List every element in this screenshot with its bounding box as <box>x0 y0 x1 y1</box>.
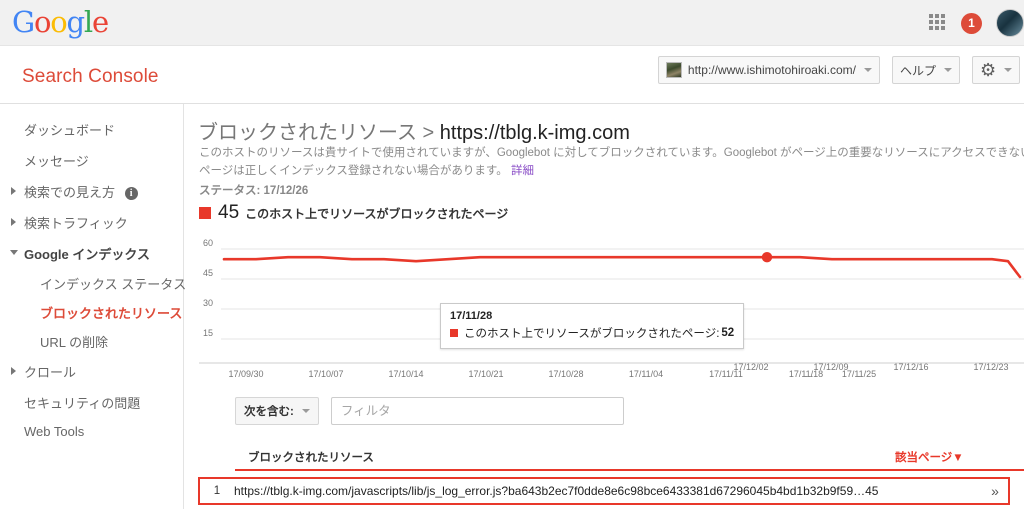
page-title-host: https://tblg.k-img.com <box>439 122 630 144</box>
y-tick-45: 45 <box>203 268 213 278</box>
main-content: ブロックされたリソース > https://tblg.k-img.com このホ… <box>185 104 1024 509</box>
chevron-down-icon <box>301 409 310 413</box>
x-tick-11: 17/12/02 <box>733 362 769 372</box>
logo-letter-e: e <box>91 5 109 39</box>
chevron-down-icon <box>1004 68 1012 72</box>
sidebar-item-blocked-resources[interactable]: ブロックされたリソース <box>0 298 183 327</box>
chart-y-axis-labels: 60 45 30 15 <box>203 238 213 338</box>
x-tick-14: 17/12/23 <box>973 362 1009 372</box>
chevron-right-icon <box>11 187 16 195</box>
legend-color-swatch <box>199 207 211 219</box>
settings-button[interactable] <box>972 56 1020 84</box>
chevron-down-icon <box>863 68 872 72</box>
help-label: ヘルプ <box>899 63 936 78</box>
chart-series-line <box>222 252 1022 279</box>
sidebar-item-label: インデックス ステータス <box>40 277 187 292</box>
sidebar-item-remove-urls[interactable]: URL の削除 <box>0 327 183 356</box>
notification-badge[interactable]: 1 <box>961 12 982 34</box>
table-row[interactable]: 1 https://tblg.k-img.com/javascripts/lib… <box>198 477 1010 505</box>
tooltip-color-swatch <box>450 329 458 337</box>
tooltip-row: このホスト上でリソースがブロックされたページ: 52 <box>450 325 734 341</box>
x-tick-13: 17/12/16 <box>893 362 929 372</box>
legend-value: 45 <box>218 202 240 223</box>
row-resource-url[interactable]: https://tblg.k-img.com/javascripts/lib/j… <box>234 484 982 498</box>
results-table-header: ブロックされたリソース 該当ページ▼ <box>235 449 1024 471</box>
sidebar-item-security-issues[interactable]: セキュリティの問題 <box>0 387 183 418</box>
y-tick-60: 60 <box>203 238 213 248</box>
status-date: ステータス: 17/12/26 <box>199 185 309 197</box>
sidebar-item-search-traffic[interactable]: 検索トラフィック <box>0 207 183 238</box>
apps-grid-icon[interactable] <box>929 14 947 32</box>
site-thumbnail-icon <box>665 62 682 78</box>
chevron-down-icon <box>10 250 18 259</box>
sidebar: ダッシュボード メッセージ 検索での見え方 i 検索トラフィック Google … <box>0 104 187 509</box>
info-icon[interactable]: i <box>124 187 138 200</box>
column-header-pages[interactable]: 該当ページ▼ <box>895 449 964 465</box>
sidebar-item-label: セキュリティの問題 <box>24 396 141 411</box>
avatar[interactable] <box>996 9 1024 37</box>
header-controls: http://www.ishimotohiroaki.com/ ヘルプ <box>657 56 1020 84</box>
sidebar-item-label: 検索での見え方 <box>24 185 116 200</box>
sidebar-item-index-status[interactable]: インデックス ステータス <box>0 269 187 298</box>
logo-letter-o1: o <box>33 5 51 39</box>
sidebar-item-web-tools[interactable]: Web Tools <box>0 418 183 445</box>
page-product-title[interactable]: Search Console <box>22 66 159 88</box>
y-tick-30: 30 <box>203 298 213 308</box>
x-tick-12: 17/12/09 <box>813 362 849 372</box>
logo-letter-o2: o <box>50 5 67 39</box>
site-selector-button[interactable]: http://www.ishimotohiroaki.com/ <box>657 56 880 84</box>
filter-operator-label: 次を含む: <box>244 406 294 418</box>
page-description: このホストのリソースは貴サイトで使用されていますが、Googlebot に対して… <box>199 145 1024 181</box>
sidebar-item-google-index[interactable]: Google インデックス <box>0 238 183 269</box>
filter-row: 次を含む: <box>235 397 624 425</box>
chevron-down-icon <box>944 68 952 72</box>
tooltip-series-label: このホスト上でリソースがブロックされたページ: <box>464 328 720 340</box>
page-description-text: このホストのリソースは貴サイトで使用されていますが、Googlebot に対して… <box>199 147 1024 177</box>
sidebar-item-label: ダッシュボード <box>24 123 116 138</box>
chart-legend: 45 このホスト上でリソースがブロックされたページ <box>199 202 508 224</box>
chevron-right-icon <box>11 367 16 375</box>
chevron-right-icon <box>11 218 16 226</box>
sidebar-item-label: クロール <box>24 365 77 380</box>
chart-highlight-point <box>761 252 773 263</box>
sidebar-item-label: ブロックされたリソース <box>40 306 183 321</box>
page-title-prefix: ブロックされたリソース > <box>198 122 440 144</box>
logo-letter-g2: g <box>66 5 86 39</box>
site-selector-label: http://www.ishimotohiroaki.com/ <box>687 63 856 77</box>
logo-letter-g1: G <box>12 5 35 39</box>
google-top-bar: Google 1 <box>0 0 1024 46</box>
sidebar-item-search-appearance[interactable]: 検索での見え方 i <box>0 176 183 207</box>
logo-letter-l: l <box>83 5 93 39</box>
sidebar-item-crawl[interactable]: クロール <box>0 356 183 387</box>
filter-input[interactable] <box>330 397 624 425</box>
learn-more-link[interactable]: 詳細 <box>511 165 534 177</box>
gear-icon <box>980 62 996 78</box>
sidebar-item-label: URL の削除 <box>40 335 109 350</box>
sidebar-item-label: メッセージ <box>24 154 89 169</box>
sidebar-item-messages[interactable]: メッセージ <box>0 145 183 176</box>
sidebar-item-dashboard[interactable]: ダッシュボード <box>0 114 183 145</box>
sidebar-item-label: Google インデックス <box>24 247 150 262</box>
sidebar-item-label: 検索トラフィック <box>24 216 128 231</box>
top-bar-actions: 1 <box>929 0 1024 46</box>
help-button[interactable]: ヘルプ <box>891 56 960 84</box>
double-chevron-right-icon[interactable]: » <box>982 483 1008 499</box>
filter-operator-select[interactable]: 次を含む: <box>235 397 319 425</box>
page-title: ブロックされたリソース > https://tblg.k-img.com <box>198 116 630 145</box>
console-header: Search Console http://www.ishimotohiroak… <box>0 46 1024 104</box>
google-logo[interactable]: Google <box>12 5 109 39</box>
chart-tooltip: 17/11/28 このホスト上でリソースがブロックされたページ: 52 <box>440 303 745 349</box>
sidebar-item-label: Web Tools <box>24 424 85 439</box>
legend-label: このホスト上でリソースがブロックされたページ <box>245 207 509 221</box>
tooltip-value: 52 <box>721 327 735 339</box>
tooltip-date: 17/11/28 <box>450 310 493 322</box>
chart-x-axis-tail-labels: 17/12/02 17/12/09 17/12/16 17/12/23 <box>199 362 1024 376</box>
row-index: 1 <box>213 485 221 497</box>
y-tick-15: 15 <box>203 328 213 338</box>
column-header-resource: ブロックされたリソース <box>248 452 374 464</box>
